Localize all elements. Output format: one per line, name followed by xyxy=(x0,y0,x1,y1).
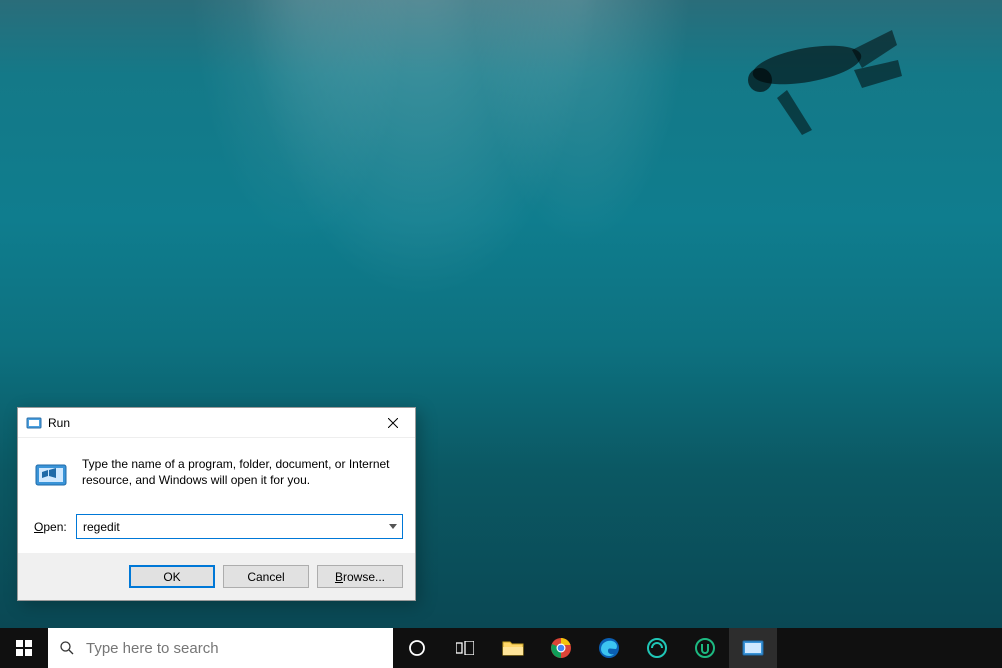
windows-logo-icon xyxy=(16,640,32,656)
task-view-button[interactable] xyxy=(441,628,489,668)
taskbar-app-circle-u[interactable] xyxy=(681,628,729,668)
run-dialog-icon xyxy=(742,640,764,656)
open-label: Open: xyxy=(34,520,76,534)
open-dropdown-button[interactable] xyxy=(384,515,402,538)
dialog-button-row: OK Cancel Browse... xyxy=(18,553,415,600)
browse-button[interactable]: Browse... xyxy=(317,565,403,588)
close-button[interactable] xyxy=(370,408,415,437)
chevron-down-icon xyxy=(389,524,397,529)
taskbar-search[interactable]: Type here to search xyxy=(48,628,393,668)
desktop-wallpaper: Run Type the name of a progr xyxy=(0,0,1002,628)
taskbar-app-edge[interactable] xyxy=(585,628,633,668)
cancel-button[interactable]: Cancel xyxy=(223,565,309,588)
wallpaper-swimmer xyxy=(722,20,932,150)
taskbar-app-circle-teal[interactable] xyxy=(633,628,681,668)
task-view-icon xyxy=(456,641,474,655)
run-app-icon xyxy=(34,458,68,492)
dialog-title: Run xyxy=(48,416,370,430)
run-dialog: Run Type the name of a progr xyxy=(17,407,416,601)
open-input[interactable] xyxy=(77,515,384,538)
circle-ring-icon xyxy=(646,637,668,659)
taskbar-app-run-active[interactable] xyxy=(729,628,777,668)
close-icon xyxy=(388,418,398,428)
search-icon xyxy=(48,640,86,656)
open-combobox[interactable] xyxy=(76,514,403,539)
titlebar[interactable]: Run xyxy=(18,408,415,438)
chrome-icon xyxy=(550,637,572,659)
folder-icon xyxy=(502,639,524,657)
dialog-description: Type the name of a program, folder, docu… xyxy=(82,456,403,488)
taskbar-app-file-explorer[interactable] xyxy=(489,628,537,668)
cortana-button[interactable] xyxy=(393,628,441,668)
ok-button[interactable]: OK xyxy=(129,565,215,588)
search-placeholder: Type here to search xyxy=(86,640,219,657)
dialog-body: Type the name of a program, folder, docu… xyxy=(18,438,415,553)
run-titlebar-icon xyxy=(26,415,42,431)
start-button[interactable] xyxy=(0,628,48,668)
edge-icon xyxy=(598,637,620,659)
taskbar-app-chrome[interactable] xyxy=(537,628,585,668)
cortana-icon xyxy=(408,639,426,657)
u-circle-icon xyxy=(694,637,716,659)
taskbar: Type here to search xyxy=(0,628,1002,668)
